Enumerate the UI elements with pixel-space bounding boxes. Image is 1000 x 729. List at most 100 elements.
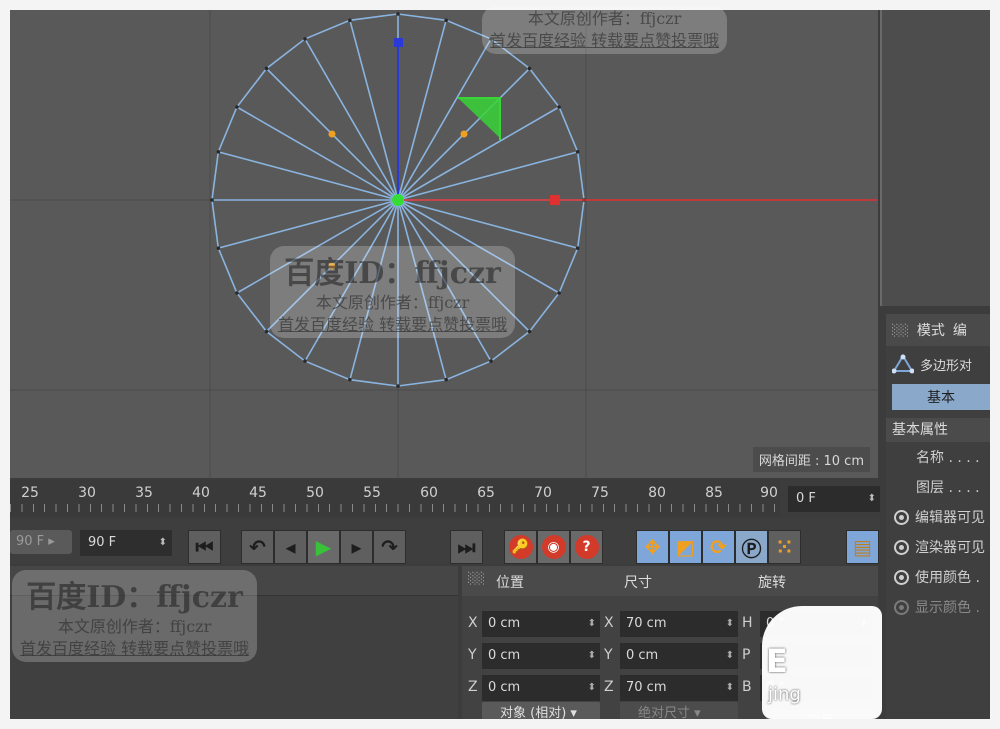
point-handle bbox=[460, 130, 468, 138]
render-visible-label: 渲染器可见 bbox=[915, 540, 985, 556]
parameter-p-icon: Ⓟ bbox=[741, 536, 762, 561]
stepper-icon[interactable]: ⬍ bbox=[159, 530, 167, 556]
ruler-tick-label: 55 bbox=[363, 485, 381, 501]
parameter-button[interactable]: Ⓟ bbox=[735, 530, 768, 564]
ruler-ticks bbox=[10, 504, 780, 512]
ruler-tick-label: 85 bbox=[705, 485, 723, 501]
watermark-center: 百度ID：ffjczr 本文原创作者：ffjczr 首发百度经验 转载要点赞投票… bbox=[270, 246, 516, 338]
radio-icon[interactable] bbox=[894, 509, 909, 525]
question-icon: ? bbox=[574, 535, 599, 559]
grid-dots-icon: ⁙ bbox=[776, 535, 793, 559]
watermark-id: 百度ID：ffjczr bbox=[26, 580, 243, 615]
end-frame-pill[interactable]: 90 F ▸ bbox=[10, 530, 72, 554]
goto-end-button[interactable]: ⏭ bbox=[450, 530, 483, 564]
ruler-tick-label: 25 bbox=[21, 485, 39, 501]
stepper-icon[interactable]: ⬍ bbox=[726, 611, 734, 637]
use-color-label: 使用颜色 . bbox=[915, 570, 980, 586]
watermark-bottom: 百度ID：ffjczr 本文原创作者：ffjczr 首发百度经验 转载要点赞投票… bbox=[12, 570, 258, 662]
tab-mode[interactable]: 模式 bbox=[917, 320, 945, 340]
autokey-icon: ◉ bbox=[541, 535, 566, 559]
size-x-field[interactable]: 70 cm ⬍ bbox=[620, 611, 738, 637]
vertex-point bbox=[303, 37, 307, 41]
vertex-point bbox=[575, 246, 580, 250]
stepper-icon[interactable]: ⬍ bbox=[868, 486, 876, 512]
axis-label: Y bbox=[468, 647, 477, 663]
size-x-value: 70 cm bbox=[626, 616, 667, 631]
goto-start-button[interactable]: ⏮ bbox=[188, 530, 221, 564]
size-mode-dropdown[interactable]: 绝对尺寸 ▾ bbox=[620, 702, 738, 719]
stepper-icon[interactable]: ⬍ bbox=[726, 643, 734, 669]
prev-key-button[interactable]: ↶ bbox=[241, 530, 274, 564]
stepper-icon[interactable]: ⬍ bbox=[588, 643, 596, 669]
size-y-field[interactable]: 0 cm ⬍ bbox=[620, 643, 738, 669]
render-visible-row[interactable]: 渲染器可见 bbox=[886, 532, 990, 562]
watermark-author: 本文原创作者：ffjczr bbox=[527, 9, 682, 28]
timeline-ruler[interactable]: 25 30 35 40 45 50 55 60 65 70 75 80 85 9… bbox=[10, 480, 780, 516]
next-key-button[interactable]: ↷ bbox=[373, 530, 406, 564]
ruler-tick-label: 35 bbox=[135, 485, 153, 501]
end-frame-field[interactable]: 90 F ⬍ bbox=[80, 530, 172, 556]
tab-edit[interactable]: 编 bbox=[953, 320, 967, 340]
position-z-field[interactable]: 0 cm ⬍ bbox=[482, 675, 600, 701]
vertex-point bbox=[396, 384, 400, 388]
ruler-tick-label: 40 bbox=[192, 485, 210, 501]
current-frame-field[interactable]: 0 F ⬍ bbox=[788, 486, 880, 512]
header-rotation: 旋转 bbox=[758, 575, 786, 591]
scale-tool-button[interactable]: ◩ bbox=[669, 530, 702, 564]
section-basic-properties: 基本属性 bbox=[886, 418, 990, 442]
vertex-point bbox=[527, 329, 532, 334]
ruler-tick-label: 70 bbox=[534, 485, 552, 501]
name-field-label[interactable]: 名称 . . . . bbox=[886, 442, 990, 472]
vertex-point bbox=[489, 359, 493, 363]
vertex-point bbox=[216, 246, 221, 250]
stepper-icon[interactable]: ⬍ bbox=[588, 611, 596, 637]
watermark-note: 首发百度经验 转载要点赞投票哦 bbox=[278, 315, 508, 334]
move-icon: ✥ bbox=[644, 535, 661, 559]
autokey-button[interactable]: ◉ bbox=[537, 530, 570, 564]
attributes-panel: ░░ 模式 编 多边形对 基本 基本属性 名称 . . . . 图层 . . .… bbox=[886, 314, 990, 719]
viewport[interactable]: 网格间距 : 10 cm bbox=[10, 10, 878, 478]
coordinate-mode-value: 对象 (相对) bbox=[500, 706, 567, 719]
tab-basic[interactable]: 基本 bbox=[892, 384, 990, 410]
vertex-point bbox=[303, 359, 307, 363]
vertex-point bbox=[264, 329, 269, 334]
radio-icon[interactable] bbox=[894, 539, 909, 555]
position-x-field[interactable]: 0 cm ⬍ bbox=[482, 611, 600, 637]
record-button[interactable]: 🔑 bbox=[504, 530, 537, 564]
ruler-tick-label: 75 bbox=[591, 485, 609, 501]
editor-visible-row[interactable]: 编辑器可见 bbox=[886, 502, 990, 532]
axis-label: H bbox=[742, 615, 753, 631]
use-color-row[interactable]: 使用颜色 . bbox=[886, 562, 990, 592]
object-manager-panel[interactable] bbox=[880, 10, 990, 306]
stepper-icon[interactable]: ⬍ bbox=[588, 675, 596, 701]
rotate-tool-button[interactable]: ⟳ bbox=[702, 530, 735, 564]
watermark-note: 首发百度经验 转载要点赞投票哦 bbox=[20, 639, 250, 658]
radio-icon[interactable] bbox=[894, 569, 909, 585]
vertex-point bbox=[235, 291, 239, 295]
next-frame-button[interactable]: ▸ bbox=[340, 530, 373, 564]
position-y-field[interactable]: 0 cm ⬍ bbox=[482, 643, 600, 669]
position-z-value: 0 cm bbox=[488, 680, 521, 695]
vertex-point bbox=[264, 66, 269, 71]
timeline-button[interactable]: ▤ bbox=[846, 530, 879, 564]
ruler-tick-label: 50 bbox=[306, 485, 324, 501]
axis-label: Z bbox=[468, 679, 478, 695]
point-level-button[interactable]: ⁙ bbox=[768, 530, 801, 564]
coordinate-mode-dropdown[interactable]: 对象 (相对) ▾ bbox=[482, 702, 600, 719]
play-button[interactable]: ▶ bbox=[307, 530, 340, 564]
viewport-canvas[interactable] bbox=[10, 10, 878, 478]
prev-frame-button[interactable]: ◂ bbox=[274, 530, 307, 564]
watermark-note: 首发百度经验 转载要点赞投票哦 bbox=[490, 31, 720, 50]
y-axis-knob bbox=[394, 38, 403, 47]
current-frame-value: 0 F bbox=[796, 491, 816, 506]
stepper-icon[interactable]: ⬍ bbox=[726, 675, 734, 701]
move-tool-button[interactable]: ✥ bbox=[636, 530, 669, 564]
layer-field-label[interactable]: 图层 . . . . bbox=[886, 472, 990, 502]
ruler-tick-label: 45 bbox=[249, 485, 267, 501]
keyframe-help-button[interactable]: ? bbox=[570, 530, 603, 564]
vertex-point bbox=[348, 377, 352, 382]
axis-label: B bbox=[742, 679, 752, 695]
loop-forward-icon: ↷ bbox=[381, 535, 398, 559]
size-z-field[interactable]: 70 cm ⬍ bbox=[620, 675, 738, 701]
watermark-top: 本文原创作者：ffjczr 首发百度经验 转载要点赞投票哦 bbox=[482, 6, 728, 54]
